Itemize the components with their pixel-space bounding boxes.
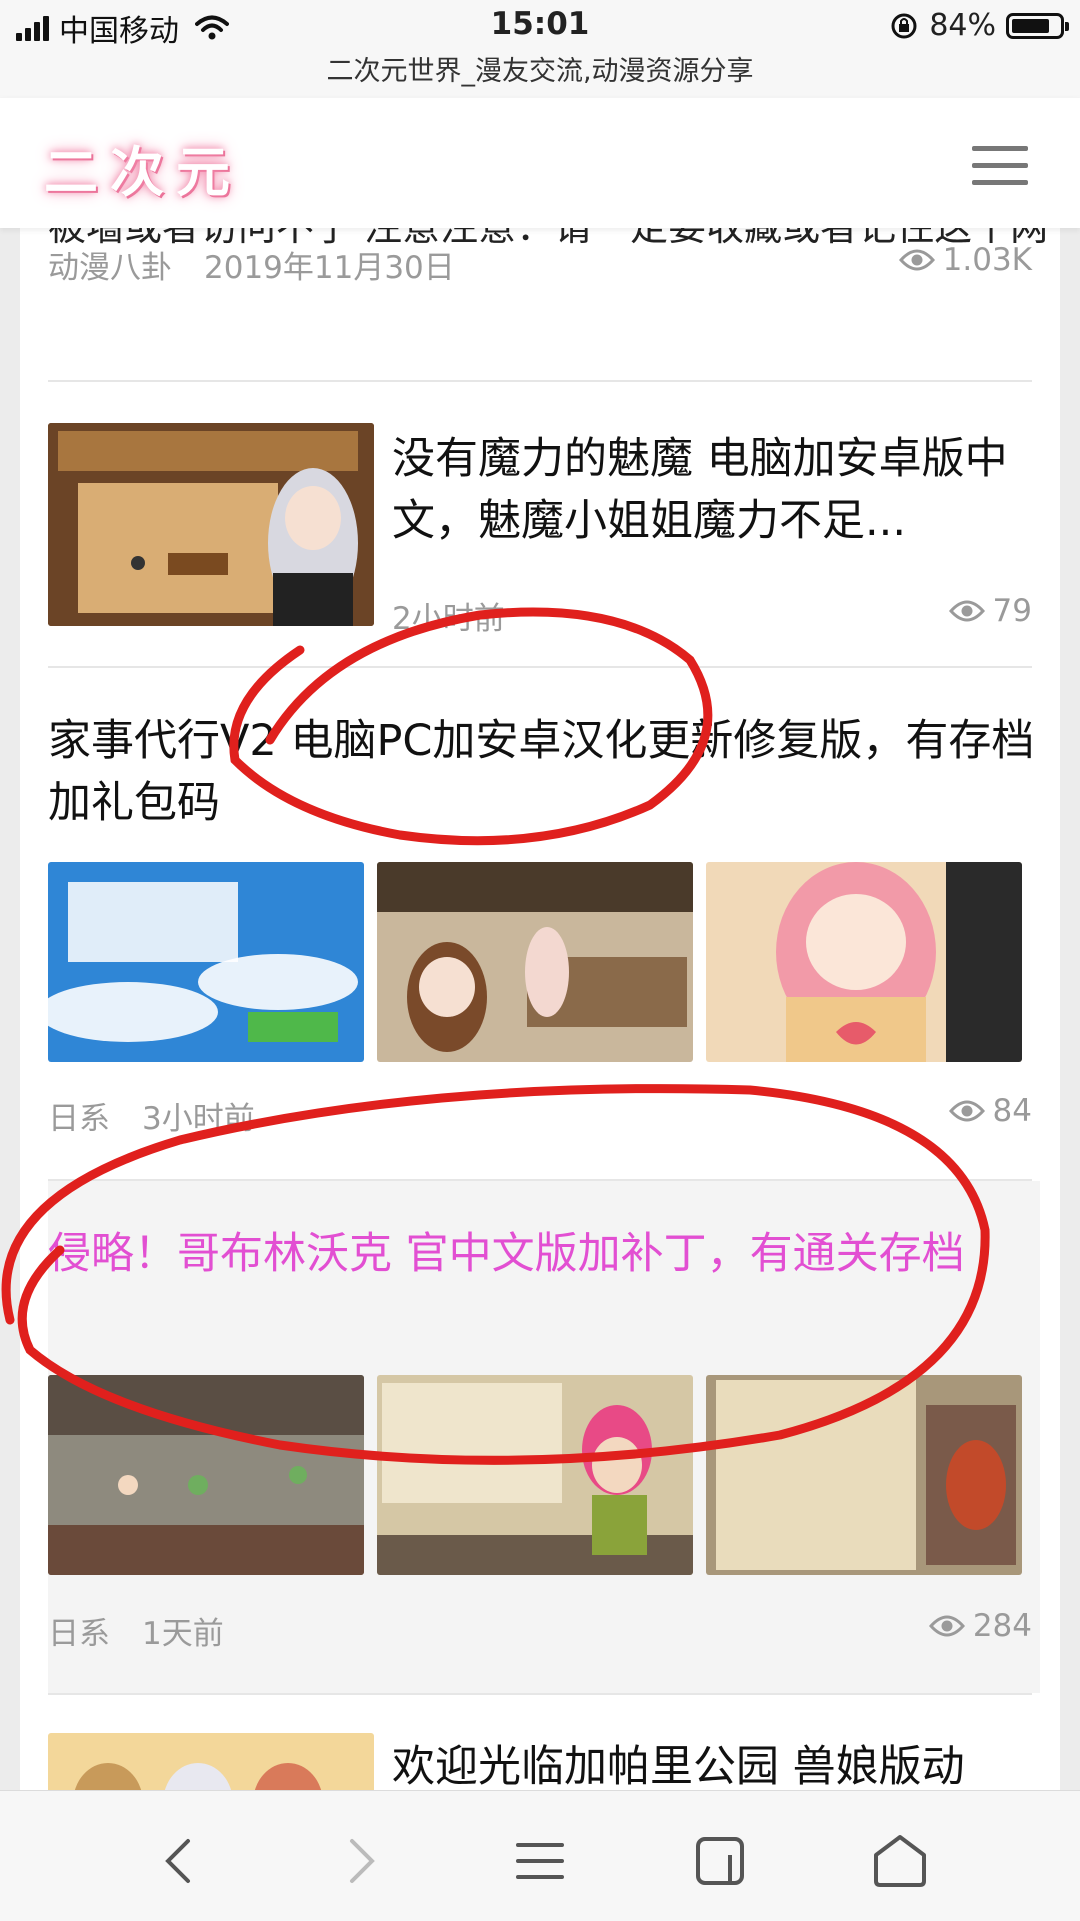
article-meta: 日系 1天前 284	[48, 1608, 1032, 1653]
hamburger-menu-icon	[972, 146, 1028, 151]
battery-icon	[1006, 12, 1069, 39]
article-category[interactable]: 日系	[48, 1616, 110, 1652]
tabs-icon[interactable]	[690, 1831, 750, 1891]
article-thumbnail[interactable]	[706, 1375, 1022, 1575]
view-count-value: 284	[972, 1608, 1032, 1644]
view-count-value: 84	[992, 1093, 1032, 1129]
article-time: 1天前	[142, 1616, 224, 1652]
article-title[interactable]: 侵略！哥布林沃克 官中文版加补丁，有通关存档	[48, 1223, 1038, 1285]
view-count: 79	[948, 593, 1032, 629]
article-thumbnail[interactable]	[48, 862, 364, 1062]
site-menu-button[interactable]	[972, 146, 1028, 186]
view-count: 284	[928, 1608, 1032, 1644]
view-count: 1.03K	[898, 242, 1032, 278]
view-count-value: 1.03K	[942, 242, 1032, 278]
article-title[interactable]: 欢迎光临加帕里公园 兽娘版动	[392, 1736, 1032, 1790]
article-thumbnail[interactable]	[377, 1375, 693, 1575]
article-thumbnail[interactable]	[706, 862, 1022, 1062]
site-header: 二次元	[0, 98, 1080, 228]
divider	[48, 666, 1032, 668]
battery-percent: 84%	[929, 8, 996, 43]
view-count-value: 79	[992, 593, 1032, 629]
article-thumbnail[interactable]	[377, 862, 693, 1062]
page-title-bar[interactable]: 二次元世界_漫友交流,动漫资源分享	[0, 54, 1080, 98]
game-cover-image	[48, 1733, 374, 1790]
article-thumbnail[interactable]	[48, 423, 374, 626]
game-screenshot-image	[706, 1375, 1022, 1575]
hamburger-menu-icon[interactable]	[510, 1831, 570, 1891]
status-right: 84%	[889, 8, 1069, 43]
eye-icon	[898, 249, 935, 271]
eye-icon	[928, 1615, 965, 1637]
divider	[48, 1693, 1032, 1695]
game-screenshot-image	[706, 862, 1022, 1062]
article-date: 2019年11月30日	[204, 250, 455, 286]
chevron-right-icon[interactable]	[330, 1831, 390, 1891]
article-title[interactable]: 没有魔力的魅魔 电脑加安卓版中文，魅魔小姐姐魔力不足...	[392, 428, 1032, 552]
article-title[interactable]: 家事代行V2 电脑PC加安卓汉化更新修复版，有存档加礼包码	[48, 710, 1038, 834]
article-time: 2小时前	[392, 601, 505, 637]
game-screenshot-image	[377, 1375, 693, 1575]
article-meta: 2小时前 79	[392, 593, 1032, 638]
eye-icon	[948, 1100, 985, 1122]
article-category[interactable]: 日系	[48, 1101, 110, 1137]
game-screenshot-image	[48, 423, 374, 626]
game-screenshot-image	[377, 862, 693, 1062]
article-thumbnail[interactable]	[48, 1733, 374, 1790]
article-thumbnail[interactable]	[48, 1375, 364, 1575]
site-logo[interactable]: 二次元	[44, 128, 242, 207]
article-meta: 日系 3小时前 84	[48, 1093, 1032, 1138]
status-bar: 中国移动 15:01 84%	[0, 0, 1080, 54]
article-category[interactable]: 动漫八卦	[48, 250, 172, 286]
divider	[48, 380, 1032, 382]
chevron-left-icon[interactable]	[150, 1831, 210, 1891]
rotation-lock-icon	[891, 13, 917, 38]
view-count: 84	[948, 1093, 1032, 1129]
game-screenshot-image	[48, 1375, 364, 1575]
home-icon[interactable]	[870, 1831, 930, 1891]
article-time: 3小时前	[142, 1101, 255, 1137]
eye-icon	[948, 600, 985, 622]
article-meta: 动漫八卦 2019年11月30日 1.03K	[48, 242, 1032, 287]
article-list: 被墙或者访问不了 注意注意：请一定要收藏或者记住这个网 动漫八卦2019年11月…	[20, 228, 1060, 1790]
browser-toolbar	[0, 1790, 1080, 1921]
game-cover-image	[48, 862, 364, 1062]
